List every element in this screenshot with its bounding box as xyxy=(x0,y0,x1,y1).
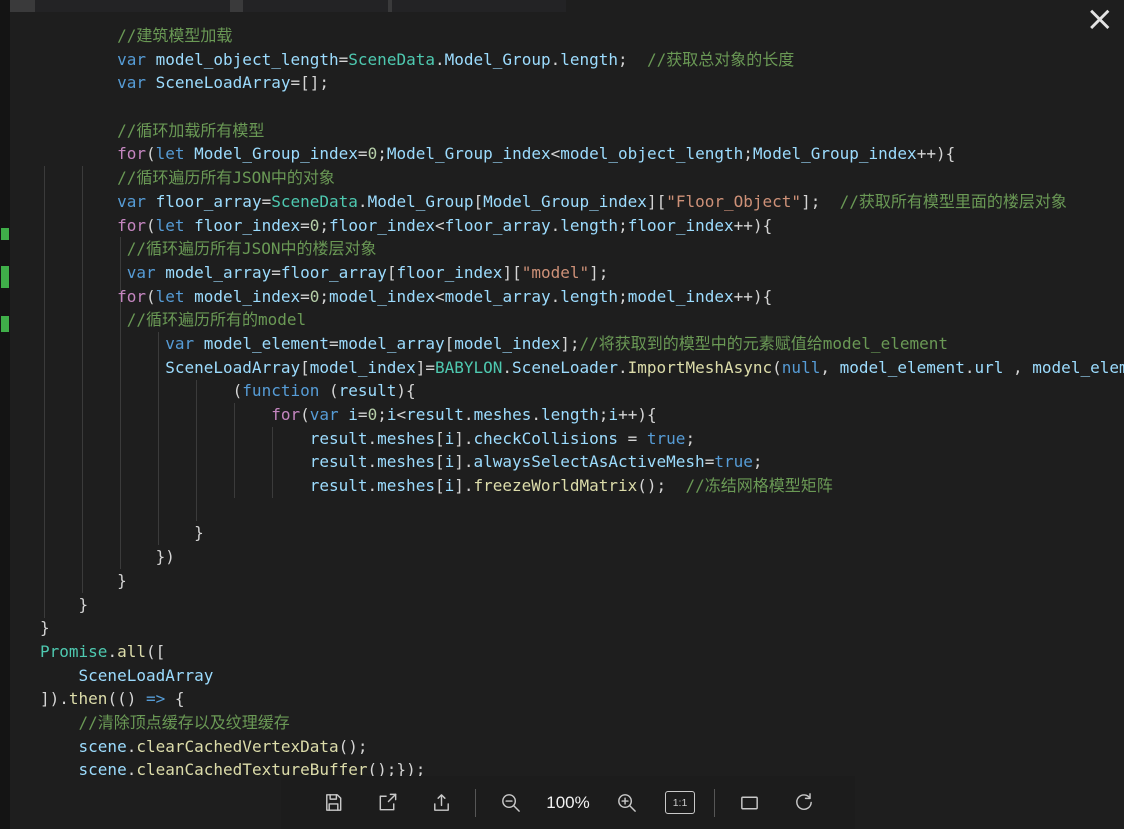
close-button[interactable]: × xyxy=(1082,2,1119,36)
zoom-out-button[interactable] xyxy=(490,783,530,823)
zoom-level: 100% xyxy=(546,792,590,812)
save-icon xyxy=(325,794,341,811)
overview-mark xyxy=(1,228,9,240)
image-preview-window: × //建筑模型加载 var model_object_length=Scene… xyxy=(0,0,1124,829)
code-line: for(let floor_index=0;floor_index<floor_… xyxy=(117,215,773,235)
code-line: for(var i=0;i<result.meshes.length;i++){ xyxy=(271,405,657,424)
code-line: result.meshes[i].freezeWorldMatrix(); //… xyxy=(309,476,833,496)
fit-to-window-button[interactable] xyxy=(729,783,769,823)
code-line: var floor_array=SceneData.Model_Group[Mo… xyxy=(117,191,1067,211)
rotate-icon xyxy=(795,793,812,811)
code-line: } xyxy=(40,594,89,614)
code-line: }) xyxy=(40,547,175,567)
editor-tab-2[interactable] xyxy=(243,0,388,12)
code-line: //循环遍历所有JSON中的对象 xyxy=(40,168,335,188)
code-line: var model_element=model_array[model_inde… xyxy=(165,333,948,353)
rotate-button[interactable] xyxy=(783,783,823,823)
code-line: var model_object_length=SceneData.Model_… xyxy=(117,49,795,69)
code-line: ]).then(() => { xyxy=(40,689,185,709)
zoom-out-icon xyxy=(501,794,520,812)
open-external-button[interactable] xyxy=(367,783,407,823)
code-line: SceneLoadArray xyxy=(78,665,214,685)
toolbar-divider xyxy=(714,788,715,817)
editor-tab-1[interactable] xyxy=(35,0,230,12)
code-line: for(let model_index=0;model_index<model_… xyxy=(117,286,773,306)
zoom-in-button[interactable] xyxy=(606,783,646,823)
actual-size-button[interactable]: 1:1 xyxy=(660,783,700,823)
code-line: scene.clearCachedVertexData(); xyxy=(78,736,368,756)
export-icon xyxy=(433,794,449,811)
preview-toolbar: 100% 1:1 xyxy=(281,776,855,829)
fit-to-window-icon xyxy=(740,796,758,810)
one-to-one-icon: 1:1 xyxy=(665,791,695,814)
export-button[interactable] xyxy=(421,783,461,823)
toolbar-divider xyxy=(475,788,476,817)
code-line: result.meshes[i].checkCollisions = true; xyxy=(309,428,696,448)
code-line: (function (result){ xyxy=(40,381,416,401)
overview-ruler xyxy=(0,0,10,829)
code-line: result.meshes[i].alwaysSelectAsActiveMes… xyxy=(309,452,763,472)
code-line: SceneLoadArray[model_index]=BABYLON.Scen… xyxy=(165,357,1124,377)
tab-bar xyxy=(10,0,566,12)
code-line: for(let Model_Group_index=0;Model_Group_… xyxy=(117,144,956,164)
code-line: } xyxy=(40,570,127,590)
code-line: //建筑模型加载 xyxy=(40,26,233,45)
open-external-icon xyxy=(379,793,396,811)
zoom-in-icon xyxy=(617,794,636,812)
save-button[interactable] xyxy=(313,783,353,823)
code-block: //建筑模型加载 var model_object_length=SceneDa… xyxy=(40,24,1124,782)
code-line: //清除顶点缓存以及纹理缓存 xyxy=(40,712,290,732)
code-line: //循环加载所有模型 xyxy=(40,120,265,140)
overview-mark xyxy=(1,316,9,332)
code-line: var SceneLoadArray=[]; xyxy=(117,73,329,93)
overview-mark xyxy=(1,266,9,288)
code-line: } xyxy=(40,618,50,638)
editor-tab-3[interactable] xyxy=(392,0,566,12)
code-line: Promise.all([ xyxy=(40,641,166,661)
code-line: } xyxy=(40,523,204,543)
code-line: var model_array=floor_array[floor_index]… xyxy=(126,262,609,282)
code-line: //循环遍历所有JSON中的楼层对象 xyxy=(40,239,377,259)
code-line: //循环遍历所有的model xyxy=(40,310,307,330)
